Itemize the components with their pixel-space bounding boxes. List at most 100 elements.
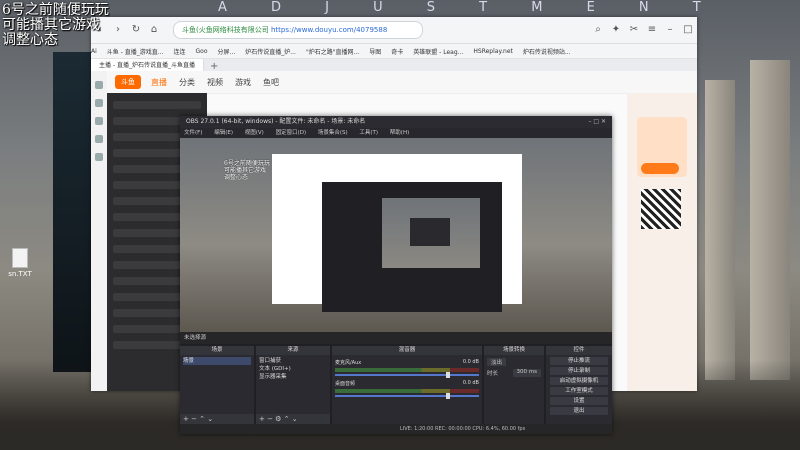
channel-name: 桌面音频 (335, 381, 356, 387)
bookmark-item[interactable]: 炉石传说视频站... (523, 47, 571, 56)
menu-item[interactable]: 编辑(E) (214, 130, 233, 136)
channel-level: 0.0 dB (462, 380, 479, 386)
sidebar-icon[interactable] (95, 135, 103, 143)
controls-dock: 控件 停止推流 停止录制 启动虚拟摄像机 工作室模式 设置 退出 (546, 346, 612, 424)
obs-title: OBS 27.0.1 (64-bit, windows) - 配置文件: 未命名… (186, 118, 366, 125)
browser-sidebar (91, 71, 108, 391)
site-nav-item[interactable]: 直播 (151, 77, 167, 88)
transition-select[interactable]: 淡出 (487, 358, 507, 366)
bookmark-item[interactable]: HSReplay.net (473, 48, 513, 55)
menu-item[interactable]: 文件(F) (184, 130, 202, 136)
bookmark-item[interactable]: 斗鱼 - 直播_游戏直... (107, 47, 164, 56)
bookmark-item[interactable]: 炉石传说直播_炉... (245, 47, 296, 56)
exit-button[interactable]: 退出 (550, 407, 608, 415)
background-column (750, 60, 790, 380)
add-icon[interactable]: + − ⚙ ⌃ ⌄ (259, 415, 298, 423)
obs-statusbar: LIVE: 1:20:00 REC: 00:00:00 CPU: 6.4%, 6… (180, 424, 612, 434)
volume-fader[interactable] (335, 372, 479, 378)
source-item[interactable]: 显示器采集 (259, 373, 327, 381)
stop-recording-button[interactable]: 停止录制 (550, 367, 608, 375)
studio-mode-button[interactable]: 工作室模式 (550, 387, 608, 395)
nested-obs (322, 182, 502, 312)
bookmark-item[interactable]: "炉石之路"直播网... (306, 47, 359, 56)
site-sidebar-row[interactable] (113, 101, 201, 109)
obs-window: OBS 27.0.1 (64-bit, windows) - 配置文件: 未命名… (180, 116, 612, 434)
sidebar-icon[interactable] (95, 117, 103, 125)
site-nav-item[interactable]: 视频 (207, 77, 223, 88)
bookmark-item[interactable]: 英雄联盟 - Leag... (413, 47, 463, 56)
sidebar-icon[interactable] (95, 81, 103, 89)
stream-overlay-text: 6号之前随便玩玩 可能播其它游戏 调整心态 (2, 3, 109, 48)
settings-button[interactable]: 设置 (550, 397, 608, 405)
refresh-icon[interactable]: ↻ (130, 24, 142, 36)
preview-overlay-text: 6号之前随便玩玩 可能播其它游戏 调整心态 (224, 160, 270, 181)
bookmark-item[interactable]: Ai (91, 48, 97, 55)
home-icon[interactable]: ⌂ (148, 24, 160, 36)
overlay-line: 调整心态 (2, 32, 58, 48)
source-item[interactable]: 窗口捕获 (259, 357, 327, 365)
menu-item[interactable]: 场景集合(S) (318, 130, 348, 136)
qr-code (641, 189, 681, 229)
site-nav-item[interactable]: 分类 (179, 77, 195, 88)
minimize-icon[interactable]: – (664, 24, 676, 36)
search-icon[interactable]: ⌕ (592, 24, 604, 36)
fader-knob[interactable] (446, 372, 451, 378)
channel-level: 0.0 dB (462, 359, 479, 365)
scene-item[interactable]: 场景 (183, 357, 251, 365)
menu-item[interactable]: 视图(V) (245, 130, 264, 136)
desktop-file-icon[interactable]: sn.TXT (6, 248, 34, 278)
menu-item[interactable]: 工具(T) (359, 130, 378, 136)
bookmarks-bar: Ai 斗鱼 - 直播_游戏直... 连连 Goo 分屏... 炉石传说直播_炉.… (91, 44, 697, 59)
obs-menubar: 文件(F) 编辑(E) 视图(V) 固定窗口(D) 场景集合(S) 工具(T) … (180, 128, 612, 138)
window-controls-icon[interactable]: – □ ✕ (588, 116, 606, 128)
obs-docks: 场景 场景 + − ⌃ ⌄ 来源 窗口捕获 文本 (GDI+) 显示器采集 + … (180, 346, 612, 424)
sources-footer: + − ⚙ ⌃ ⌄ (256, 414, 330, 424)
stop-streaming-button[interactable]: 停止推流 (550, 357, 608, 365)
new-tab-icon[interactable]: + (210, 61, 218, 72)
bookmark-item[interactable]: Goo (196, 48, 208, 55)
extension-icon[interactable]: ✦ (610, 24, 622, 36)
site-nav-item[interactable]: 游戏 (235, 77, 251, 88)
duration-label: 时长 (487, 371, 499, 377)
address-url: https://www.douyu.com/4079588 (270, 26, 388, 34)
forward-icon[interactable]: › (112, 24, 124, 36)
sidebar-icon[interactable] (95, 153, 103, 161)
site-logo[interactable]: 斗鱼 (115, 75, 141, 89)
address-bar[interactable]: 斗鱼(火鱼网络科技有限公司 https://www.douyu.com/4079… (173, 21, 423, 39)
menu-item[interactable]: 固定窗口(D) (276, 130, 307, 136)
volume-meter (335, 368, 479, 372)
volume-meter (335, 389, 479, 393)
sources-title: 来源 (256, 346, 330, 355)
fader-knob[interactable] (446, 393, 451, 399)
bookmark-item[interactable]: 导图 (369, 47, 381, 56)
pc-client-button[interactable] (641, 163, 679, 174)
obs-preview[interactable]: 6号之前随便玩玩 可能播其它游戏 调整心态 (180, 138, 612, 332)
mixer-dock: 混音器 麦克风/Aux 0.0 dB 桌面音频 0.0 dB (332, 346, 482, 424)
bookmark-item[interactable]: 分屏... (218, 47, 236, 56)
mixer-channel: 桌面音频 0.0 dB (335, 380, 479, 399)
virtual-camera-button[interactable]: 启动虚拟摄像机 (550, 377, 608, 385)
browser-titlebar: ‹ › ↻ ⌂ 斗鱼(火鱼网络科技有限公司 https://www.douyu.… (91, 17, 697, 44)
transitions-dock: 场景转换 淡出 时长 300 ms (484, 346, 544, 424)
menu-icon[interactable]: ≡ (646, 24, 658, 36)
watermark-text: A D J U S T M E N T (218, 0, 721, 15)
controls-title: 控件 (546, 346, 612, 355)
bookmark-item[interactable]: 连连 (173, 47, 185, 56)
site-nav-item[interactable]: 鱼吧 (263, 77, 279, 88)
sidebar-icon[interactable] (95, 99, 103, 107)
channel-name: 麦克风/Aux (335, 360, 362, 366)
mixer-title: 混音器 (332, 346, 482, 355)
menu-item[interactable]: 帮助(H) (390, 130, 409, 136)
duration-input[interactable]: 300 ms (512, 369, 541, 377)
source-item[interactable]: 文本 (GDI+) (259, 365, 327, 373)
maximize-icon[interactable]: □ (682, 24, 694, 36)
desktop-file-label: sn.TXT (8, 270, 32, 278)
add-icon[interactable]: + − ⌃ ⌄ (183, 415, 213, 423)
volume-fader[interactable] (335, 393, 479, 399)
bookmark-item[interactable]: 奇卡 (391, 47, 403, 56)
nested-preview (382, 198, 480, 268)
nested-browser (272, 154, 522, 312)
text-file-icon (12, 248, 28, 268)
cut-icon[interactable]: ✂ (628, 24, 640, 36)
nested-preview-inner (410, 218, 450, 246)
